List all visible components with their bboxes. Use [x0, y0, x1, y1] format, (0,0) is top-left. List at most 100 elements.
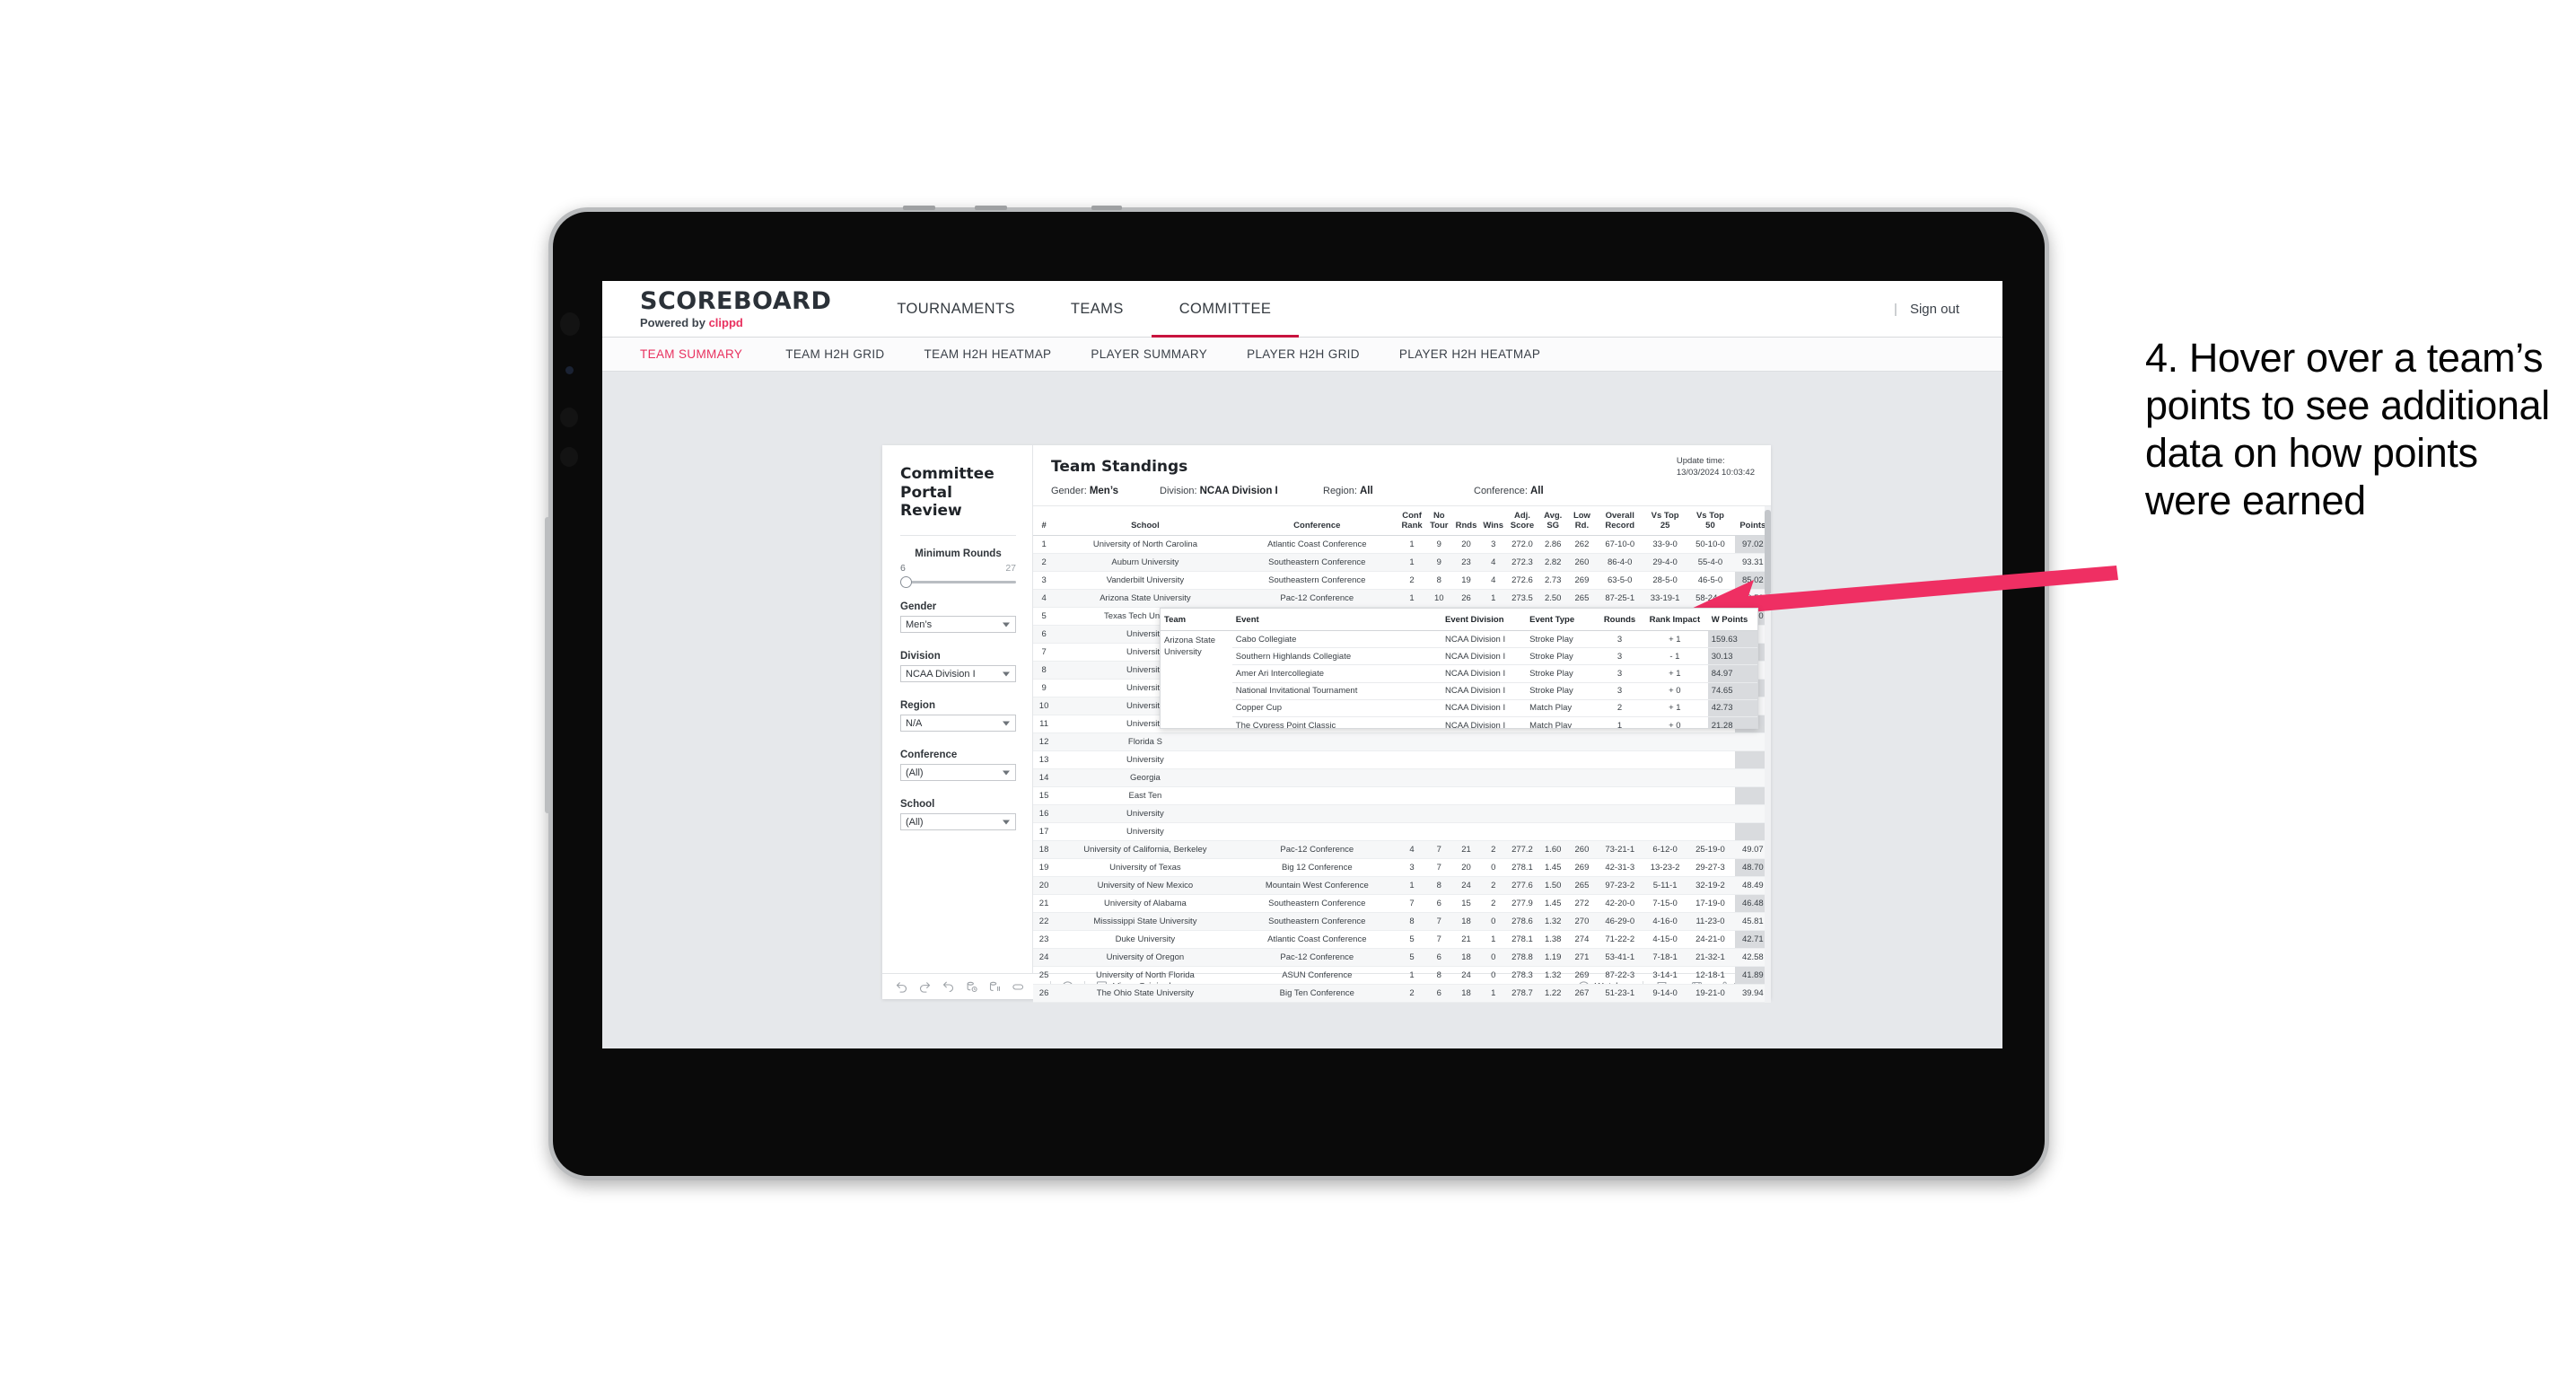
tab-player-h2h-grid[interactable]: PLAYER H2H GRID — [1227, 347, 1380, 361]
brand-logo[interactable]: SCOREBOARD Powered by clippd — [602, 289, 869, 329]
table-row[interactable]: 4 Arizona State University Pac-12 Conferen… — [1033, 589, 1771, 609]
undo-icon[interactable] — [895, 980, 908, 994]
slider-track[interactable] — [900, 576, 1016, 589]
col-overall-record[interactable]: Overall Record — [1595, 506, 1644, 537]
chevron-down-icon — [1003, 671, 1010, 677]
cell-t50: 11-23-0 — [1686, 912, 1735, 932]
table-row[interactable]: 18 University of California, Berkeley Pac-… — [1033, 840, 1771, 860]
sign-out-link[interactable]: Sign out — [1910, 302, 1959, 317]
visualization-container: Committee Portal Review Minimum Rounds 6… — [882, 445, 1771, 1004]
col-rnds[interactable]: Rnds — [1452, 506, 1480, 537]
region-select[interactable]: N/A — [900, 715, 1016, 732]
cell-conf: Big 12 Conference — [1235, 858, 1398, 878]
cell-adj — [1506, 768, 1538, 788]
cell-sg: 2.50 — [1538, 589, 1569, 609]
col-wins[interactable]: Wins — [1479, 506, 1507, 537]
powered-prefix: Powered by — [640, 315, 709, 329]
tab-team-h2h-grid[interactable]: TEAM H2H GRID — [766, 347, 904, 361]
cell-conf: Atlantic Coast Conference — [1235, 535, 1398, 555]
cell-conf: ASUN Conference — [1235, 966, 1398, 986]
cell-wins: 3 — [1479, 535, 1507, 555]
cell-sg: 1.32 — [1538, 912, 1569, 932]
crumb-conference-value: All — [1529, 486, 1544, 496]
division-select[interactable]: NCAA Division I — [900, 665, 1016, 683]
tooltip-cell-type: Stroke Play — [1526, 647, 1598, 666]
tooltip-cell-type: Stroke Play — [1526, 664, 1598, 683]
tab-team-h2h-heatmap[interactable]: TEAM H2H HEATMAP — [905, 347, 1072, 361]
tooltip-col-team: Team — [1161, 609, 1232, 631]
col-vs-top-25[interactable]: Vs Top 25 — [1643, 506, 1687, 537]
cell-sg — [1538, 732, 1569, 752]
cell-conf: Atlantic Coast Conference — [1235, 930, 1398, 950]
table-row[interactable]: 1 University of North Carolina Atlantic Co… — [1033, 535, 1771, 555]
revert-icon[interactable] — [942, 980, 955, 994]
tooltip-cell-rounds: 1 — [1597, 716, 1643, 728]
col-adj-score[interactable]: Adj. Score — [1506, 506, 1538, 537]
cell-rec: 87-22-3 — [1595, 966, 1644, 986]
table-row[interactable]: 20 University of New Mexico Mountain West … — [1033, 876, 1771, 896]
cell-rnds: 23 — [1452, 553, 1480, 573]
cell-rec: 53-41-1 — [1595, 948, 1644, 968]
col-conference[interactable]: Conference — [1235, 506, 1398, 537]
tooltip-cell-event: The Cypress Point Classic — [1231, 716, 1442, 728]
cell-sg: 1.50 — [1538, 876, 1569, 896]
cell-rec — [1595, 822, 1644, 842]
cell-n: 3 — [1033, 571, 1056, 591]
table-row[interactable]: 15 East Ten — [1033, 786, 1771, 806]
tooltip-row: Arizona State University Cabo Collegiate N… — [1161, 630, 1757, 728]
col-low-rd[interactable]: Low Rd. — [1568, 506, 1596, 537]
gender-select[interactable]: Men’s — [900, 616, 1016, 634]
slider-knob[interactable] — [900, 576, 912, 589]
cell-low: 269 — [1568, 966, 1596, 986]
redo-icon[interactable] — [918, 980, 932, 994]
table-row[interactable]: 2 Auburn University Southeastern Conferenc… — [1033, 553, 1771, 573]
cell-t25: 5-11-1 — [1643, 876, 1687, 896]
table-row[interactable]: 23 Duke University Atlantic Coast Conferen… — [1033, 930, 1771, 950]
col-rank[interactable]: # — [1033, 506, 1056, 537]
cell-notour: 6 — [1425, 948, 1453, 968]
cell-adj: 278.8 — [1506, 948, 1538, 968]
col-conf-rank[interactable]: Conf Rank — [1398, 506, 1426, 537]
cell-crank: 1 — [1398, 589, 1426, 609]
cell-school: University of Texas — [1055, 858, 1236, 878]
nav-item-teams[interactable]: TEAMS — [1043, 281, 1152, 338]
col-vs-top-50[interactable]: Vs Top 50 — [1686, 506, 1735, 537]
tablet-button-3 — [1091, 206, 1122, 210]
cell-sg — [1538, 822, 1569, 842]
refresh-data-icon[interactable] — [965, 980, 978, 994]
table-row[interactable]: 13 University — [1033, 750, 1771, 770]
tab-team-summary[interactable]: TEAM SUMMARY — [640, 347, 766, 361]
table-row[interactable]: 17 University — [1033, 822, 1771, 842]
slider-values: 6 27 — [900, 563, 1016, 574]
tooltip-col-rank-impact: Rank Impact — [1642, 609, 1708, 631]
col-school[interactable]: School — [1055, 506, 1236, 537]
table-row[interactable]: 14 Georgia — [1033, 768, 1771, 788]
rectangle-select-icon[interactable] — [1012, 980, 1025, 994]
nav-item-committee[interactable]: COMMITTEE — [1151, 281, 1300, 338]
col-no-tour[interactable]: No Tour — [1425, 506, 1453, 537]
table-row[interactable]: 3 Vanderbilt University Southeastern Confe… — [1033, 571, 1771, 591]
table-row[interactable]: 24 University of Oregon Pac-12 Conference 5… — [1033, 948, 1771, 968]
cell-adj — [1506, 804, 1538, 824]
tooltip-thead: Team Event Event Division Event Type Rou… — [1161, 609, 1757, 631]
table-row[interactable]: 12 Florida S — [1033, 732, 1771, 752]
logo-subtitle: Powered by clippd — [640, 316, 831, 329]
nav-item-tournaments[interactable]: TOURNAMENTS — [869, 281, 1043, 338]
tab-player-summary[interactable]: PLAYER SUMMARY — [1071, 347, 1227, 361]
table-row[interactable]: 16 University — [1033, 804, 1771, 824]
table-row[interactable]: 22 Mississippi State University Southeaste… — [1033, 912, 1771, 932]
school-select[interactable]: (All) — [900, 813, 1016, 831]
cell-adj: 273.5 — [1506, 589, 1538, 609]
col-avg-sg[interactable]: Avg. SG — [1538, 506, 1569, 537]
table-row[interactable]: 19 University of Texas Big 12 Conference 3 7… — [1033, 858, 1771, 878]
conference-select[interactable]: (All) — [900, 764, 1016, 782]
cell-adj: 278.1 — [1506, 858, 1538, 878]
pause-updates-icon[interactable] — [988, 980, 1002, 994]
table-row[interactable]: 25 University of North Florida ASUN Confer… — [1033, 966, 1771, 986]
cell-n: 22 — [1033, 912, 1056, 932]
cell-wins: 1 — [1479, 930, 1507, 950]
table-row[interactable]: 26 The Ohio State University Big Ten Confe… — [1033, 984, 1771, 1004]
table-row[interactable]: 21 University of Alabama Southeastern Conf… — [1033, 894, 1771, 914]
cell-low — [1568, 822, 1596, 842]
tab-player-h2h-heatmap[interactable]: PLAYER H2H HEATMAP — [1380, 347, 1560, 361]
